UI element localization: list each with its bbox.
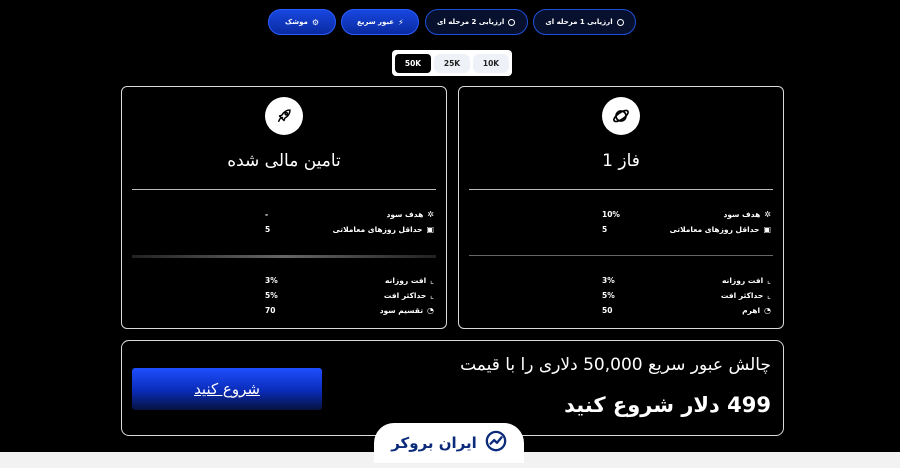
min-trading-days-row: ▣ حداقل روزهای معاملاتی 5 — [602, 225, 771, 234]
calendar-check-icon: ▣ — [426, 225, 434, 234]
account-size-toggle: 50K 25K 10K — [392, 50, 512, 76]
sparkle-icon: ✲ — [427, 210, 434, 219]
profit-target-row: ✲ هدف سود - — [265, 210, 434, 219]
phase-1-card: فاز 1 ✲ هدف سود 10% ▣ حداقل روزهای معاملات… — [458, 86, 784, 329]
chart-down-icon: ⌞ — [430, 276, 434, 285]
size-10k-button[interactable]: 10K — [473, 53, 509, 73]
tab-one-step[interactable]: ارزیابی 1 مرحله ای — [532, 9, 636, 35]
funded-card: تامین مالی شده ✲ هدف سود - ▣ حداقل روزهای … — [121, 86, 447, 329]
calendar-check-icon: ▣ — [763, 225, 771, 234]
lightning-icon: ⚡ — [398, 17, 404, 27]
min-trading-days-row: ▣ حداقل روزهای معاملاتی 5 — [265, 225, 434, 234]
chart-drop-icon: ⌞ — [767, 291, 771, 300]
circle-icon — [508, 18, 516, 26]
tab-fast-track[interactable]: ⚡ عبور سریع — [341, 9, 420, 35]
tab-rocket[interactable]: ⚙ موشک — [268, 9, 336, 35]
rocket-gear-icon: ⚙ — [311, 17, 319, 27]
size-25k-button[interactable]: 25K — [434, 53, 470, 73]
sparkle-icon: ✲ — [764, 210, 771, 219]
trend-logo-icon — [485, 430, 507, 456]
daily-drawdown-row: ⌞ افت روزانه 3% — [265, 276, 434, 285]
cta-headline: چالش عبور سریع 50,000 دلاری را با قیمت — [460, 355, 771, 375]
max-drawdown-row: ⌞ حداکثر افت 5% — [265, 291, 434, 300]
tab-two-step[interactable]: ارزیابی 2 مرحله ای — [424, 9, 528, 35]
divider — [132, 189, 436, 190]
card-title: تامین مالی شده — [227, 151, 341, 171]
rocket-icon — [265, 97, 303, 135]
pie-chart-icon: ◔ — [427, 306, 434, 315]
card-title: فاز 1 — [602, 151, 640, 171]
logo-text: ایران بروکر — [391, 434, 477, 452]
profit-split-row: ◔ تقسیم سود 70 — [265, 306, 434, 315]
cta-price: 499 دلار شروع کنید — [564, 393, 771, 417]
start-challenge-banner: چالش عبور سریع 50,000 دلاری را با قیمت 4… — [121, 340, 784, 436]
start-button[interactable]: شروع کنید — [132, 368, 322, 410]
divider — [469, 255, 773, 256]
gauge-icon: ◔ — [764, 306, 771, 315]
size-50k-button[interactable]: 50K — [395, 53, 431, 73]
brand-logo[interactable]: ایران بروکر — [374, 423, 524, 463]
challenge-type-tabs: ارزیابی 1 مرحله ای ارزیابی 2 مرحله ای ⚡ … — [268, 9, 636, 35]
chart-down-icon: ⌞ — [767, 276, 771, 285]
divider — [469, 189, 773, 190]
daily-drawdown-row: ⌞ افت روزانه 3% — [602, 276, 771, 285]
orbit-icon — [602, 97, 640, 135]
chart-drop-icon: ⌞ — [430, 291, 434, 300]
leverage-row: ◔ اهرم 50 — [602, 306, 771, 315]
circle-icon — [616, 18, 624, 26]
divider — [132, 255, 436, 258]
profit-target-row: ✲ هدف سود 10% — [602, 210, 771, 219]
max-drawdown-row: ⌞ حداکثر افت 5% — [602, 291, 771, 300]
